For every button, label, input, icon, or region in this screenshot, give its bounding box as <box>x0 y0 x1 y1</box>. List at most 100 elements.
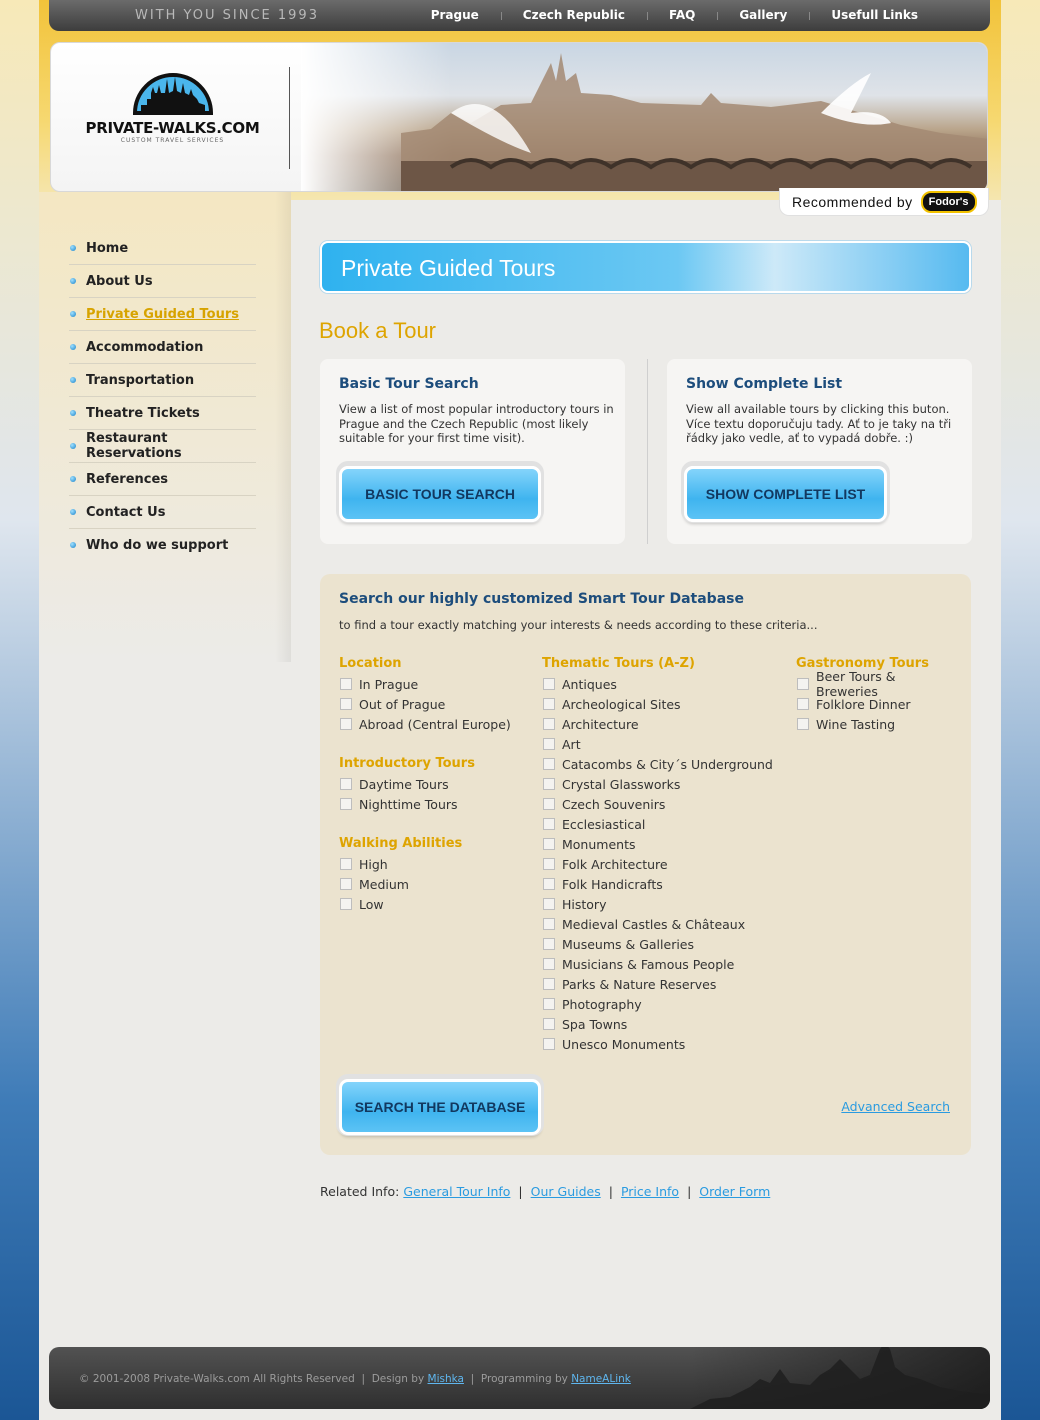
designer-link[interactable]: Mishka <box>428 1373 464 1385</box>
top-nav-czech-republic[interactable]: Czech Republic <box>500 8 647 22</box>
checkbox-thematic-option[interactable]: Czech Souvenirs <box>542 794 782 814</box>
checkbox-thematic-option[interactable]: Museums & Galleries <box>542 934 782 954</box>
criteria-column-1: Location In Prague Out of Prague Abroad … <box>339 654 529 914</box>
checkbox-thematic-option[interactable]: Monuments <box>542 834 782 854</box>
checkbox-box[interactable] <box>340 798 352 810</box>
top-nav-faq[interactable]: FAQ <box>647 8 717 22</box>
checkbox-label: High <box>359 856 388 872</box>
book-tour-heading: Book a Tour <box>319 318 437 343</box>
checkbox-thematic-option[interactable]: Folk Handicrafts <box>542 874 782 894</box>
checkbox-thematic-option[interactable]: Antiques <box>542 674 782 694</box>
checkbox-box[interactable] <box>543 918 555 930</box>
checkbox-box[interactable] <box>340 698 352 710</box>
top-nav-usefull-links[interactable]: Usefull Links <box>809 8 918 22</box>
checkbox-box[interactable] <box>543 938 555 950</box>
checkbox-wine-tasting[interactable]: Wine Tasting <box>796 714 961 734</box>
checkbox-box[interactable] <box>797 678 809 690</box>
logo[interactable]: PRIVATE-WALKS.COM CUSTOM TRAVEL SERVICES <box>85 69 260 144</box>
checkbox-thematic-option[interactable]: Medieval Castles & Châteaux <box>542 914 782 934</box>
related-link-our-guides[interactable]: Our Guides <box>531 1184 601 1199</box>
checkbox-box[interactable] <box>340 778 352 790</box>
checkbox-box[interactable] <box>543 878 555 890</box>
sidebar-link-restaurant-reservations[interactable]: Restaurant Reservations <box>86 431 256 461</box>
checkbox-low[interactable]: Low <box>339 894 529 914</box>
checkbox-label: Unesco Monuments <box>562 1036 686 1052</box>
checkbox-box[interactable] <box>340 718 352 730</box>
sidebar-link-contact-us[interactable]: Contact Us <box>86 505 165 520</box>
checkbox-box[interactable] <box>543 998 555 1010</box>
checkbox-box[interactable] <box>543 1018 555 1030</box>
checkbox-box[interactable] <box>543 958 555 970</box>
checkbox-box[interactable] <box>543 698 555 710</box>
advanced-search-link[interactable]: Advanced Search <box>841 1099 950 1114</box>
checkbox-thematic-option[interactable]: Parks & Nature Reserves <box>542 974 782 994</box>
checkbox-box[interactable] <box>797 718 809 730</box>
checkbox-thematic-option[interactable]: Catacombs & City´s Underground <box>542 754 782 774</box>
checkbox-abroad[interactable]: Abroad (Central Europe) <box>339 714 529 734</box>
checkbox-thematic-option[interactable]: Ecclesiastical <box>542 814 782 834</box>
checkbox-nighttime-tours[interactable]: Nighttime Tours <box>339 794 529 814</box>
checkbox-thematic-option[interactable]: Unesco Monuments <box>542 1034 782 1054</box>
checkbox-thematic-option[interactable]: Architecture <box>542 714 782 734</box>
checkbox-out-of-prague[interactable]: Out of Prague <box>339 694 529 714</box>
smart-tour-database-panel: Search our highly customized Smart Tour … <box>320 574 971 1155</box>
recommended-badge[interactable]: Recommended by Fodor's <box>779 188 989 216</box>
checkbox-box[interactable] <box>543 798 555 810</box>
sidebar-link-references[interactable]: References <box>86 472 168 487</box>
checkbox-thematic-option[interactable]: Folk Architecture <box>542 854 782 874</box>
copyright: © 2001-2008 Private-Walks.com All Rights… <box>79 1373 355 1385</box>
checkbox-high[interactable]: High <box>339 854 529 874</box>
checkbox-label: History <box>562 896 607 912</box>
checkbox-medium[interactable]: Medium <box>339 874 529 894</box>
checkbox-label: Low <box>359 896 384 912</box>
checkbox-beer-tours[interactable]: Beer Tours & Breweries <box>796 669 961 699</box>
checkbox-box[interactable] <box>543 818 555 830</box>
top-nav-prague[interactable]: Prague <box>409 8 501 22</box>
related-link-price-info[interactable]: Price Info <box>621 1184 679 1199</box>
checkbox-thematic-option[interactable]: Musicians & Famous People <box>542 954 782 974</box>
checkbox-box[interactable] <box>543 678 555 690</box>
checkbox-daytime-tours[interactable]: Daytime Tours <box>339 774 529 794</box>
checkbox-box[interactable] <box>543 758 555 770</box>
checkbox-box[interactable] <box>543 978 555 990</box>
checkbox-box[interactable] <box>543 738 555 750</box>
checkbox-box[interactable] <box>797 698 809 710</box>
separator: | <box>518 1184 523 1199</box>
checkbox-box[interactable] <box>543 1038 555 1050</box>
checkbox-box[interactable] <box>543 858 555 870</box>
sidebar-link-who-do-we-support[interactable]: Who do we support <box>86 538 228 553</box>
sidebar-link-accommodation[interactable]: Accommodation <box>86 340 203 355</box>
checkbox-thematic-option[interactable]: Art <box>542 734 782 754</box>
checkbox-box[interactable] <box>543 838 555 850</box>
sidebar-link-transportation[interactable]: Transportation <box>86 373 194 388</box>
sidebar-link-home[interactable]: Home <box>86 241 128 256</box>
related-link-order-form[interactable]: Order Form <box>699 1184 770 1199</box>
checkbox-thematic-option[interactable]: History <box>542 894 782 914</box>
sidebar-link-private-guided-tours[interactable]: Private Guided Tours <box>86 307 239 322</box>
basic-tour-search-button[interactable]: BASIC TOUR SEARCH <box>339 466 541 522</box>
checkbox-box[interactable] <box>340 678 352 690</box>
sidebar-item-private-guided-tours: Private Guided Tours <box>69 298 256 331</box>
checkbox-label: Monuments <box>562 836 636 852</box>
checkbox-thematic-option[interactable]: Spa Towns <box>542 1014 782 1034</box>
checkbox-box[interactable] <box>543 898 555 910</box>
checkbox-in-prague[interactable]: In Prague <box>339 674 529 694</box>
criteria-column-3: Gastronomy Tours Beer Tours & Breweries … <box>796 654 961 734</box>
search-database-button[interactable]: SEARCH THE DATABASE <box>339 1079 541 1135</box>
checkbox-thematic-option[interactable]: Archeological Sites <box>542 694 782 714</box>
checkbox-thematic-option[interactable]: Photography <box>542 994 782 1014</box>
related-link-general-tour-info[interactable]: General Tour Info <box>403 1184 510 1199</box>
programmer-link[interactable]: NameALink <box>571 1373 631 1385</box>
checkbox-label: Catacombs & City´s Underground <box>562 756 773 772</box>
checkbox-box[interactable] <box>543 778 555 790</box>
checkbox-box[interactable] <box>340 898 352 910</box>
checkbox-box[interactable] <box>340 878 352 890</box>
checkbox-label: Ecclesiastical <box>562 816 646 832</box>
show-complete-list-button[interactable]: SHOW COMPLETE LIST <box>684 466 887 522</box>
checkbox-box[interactable] <box>340 858 352 870</box>
checkbox-thematic-option[interactable]: Crystal Glassworks <box>542 774 782 794</box>
sidebar-link-theatre-tickets[interactable]: Theatre Tickets <box>86 406 200 421</box>
checkbox-box[interactable] <box>543 718 555 730</box>
sidebar-link-about-us[interactable]: About Us <box>86 274 153 289</box>
top-nav-gallery[interactable]: Gallery <box>717 8 809 22</box>
